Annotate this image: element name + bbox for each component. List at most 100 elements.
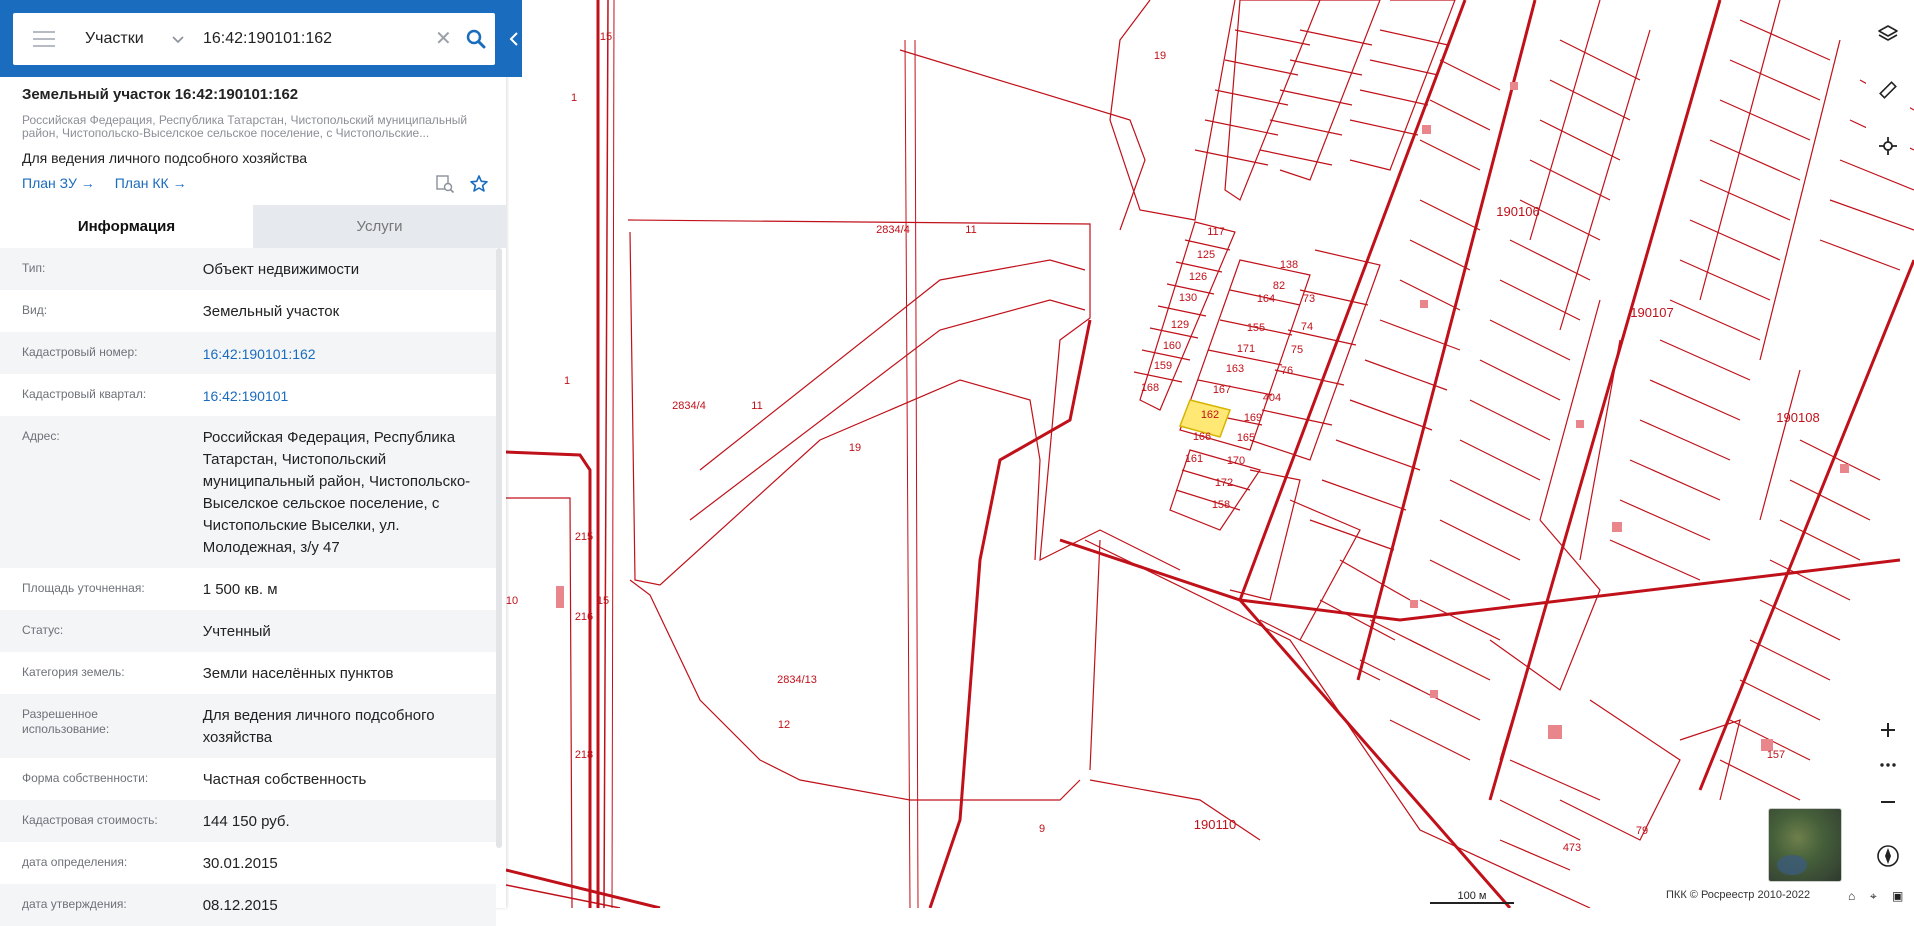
lot-label: 169 xyxy=(1244,412,1262,424)
lot-label: 163 xyxy=(1226,363,1244,375)
plan-kk-link[interactable]: План КК → xyxy=(115,175,187,191)
lot-label: 155 xyxy=(1247,322,1265,334)
lot-label: 164 xyxy=(1257,293,1275,305)
property-row: Кадастровая стоимость: 144 150 руб. xyxy=(0,800,496,842)
parcel-label: 473 xyxy=(1563,842,1581,854)
layers-button[interactable] xyxy=(1866,12,1910,56)
property-label: Кадастровый номер: xyxy=(22,345,138,359)
parcel-label: 10 xyxy=(506,595,518,607)
compass-button[interactable] xyxy=(1866,834,1910,878)
search-bar: Участки ✕ xyxy=(13,13,495,65)
property-label: Разрешенное использование: xyxy=(22,707,110,736)
quarter-label: 190106 xyxy=(1496,204,1539,219)
parcel-label: 2834/4 xyxy=(876,224,910,236)
lot-label: 138 xyxy=(1280,259,1298,271)
parcel-label: 157 xyxy=(1767,749,1785,761)
lot-label: 130 xyxy=(1179,292,1197,304)
parcel-label: 216 xyxy=(575,611,593,623)
clear-icon[interactable]: ✕ xyxy=(435,29,452,49)
lot-label: 73 xyxy=(1303,293,1315,305)
lot-label: 126 xyxy=(1189,271,1207,283)
property-value: 1 500 кв. м xyxy=(202,581,278,598)
lot-label: 76 xyxy=(1281,365,1293,377)
parcel-links: План ЗУ → План КК → xyxy=(22,175,187,191)
lot-label: 172 xyxy=(1215,477,1233,489)
property-row: дата определения: 30.01.2015 xyxy=(0,842,496,884)
panel-tabs: Информация Услуги xyxy=(0,205,506,248)
search-input[interactable] xyxy=(201,29,425,49)
property-row: дата утверждения: 08.12.2015 xyxy=(0,884,496,926)
property-label: Кадастровая стоимость: xyxy=(22,813,158,827)
lot-label: 171 xyxy=(1237,343,1255,355)
property-value: Частная собственность xyxy=(202,771,367,788)
lot-label: 75 xyxy=(1291,344,1303,356)
quarter-label: 190108 xyxy=(1776,410,1819,425)
lot-label: 167 xyxy=(1213,384,1231,396)
property-label: Тип: xyxy=(22,261,46,275)
cadastral-quarter-link[interactable]: 16:42:190101 xyxy=(181,374,496,416)
property-row: Форма собственности: Частная собственност… xyxy=(0,758,496,800)
property-label: Адрес: xyxy=(22,429,60,443)
search-type-select[interactable]: Участки xyxy=(85,30,153,48)
scale-bar: 100 м xyxy=(1430,890,1514,904)
parcel-label: 215 xyxy=(575,531,593,543)
layers-icon xyxy=(1878,25,1898,41)
property-label: Вид: xyxy=(22,303,48,317)
ruler-button[interactable] xyxy=(1866,68,1910,112)
parcel-address-short: Российская Федерация, Республика Татарст… xyxy=(22,113,468,140)
parcel-label: 218 xyxy=(575,749,593,761)
quarter-label: 190107 xyxy=(1630,305,1673,320)
lot-label: 82 xyxy=(1273,280,1285,292)
property-value: 144 150 руб. xyxy=(202,813,290,830)
search-header: Участки ✕ xyxy=(0,0,522,77)
property-row: Статус: Учтенный xyxy=(0,610,496,652)
collapse-panel-button[interactable] xyxy=(506,24,522,54)
lot-label: 117 xyxy=(1207,226,1225,238)
property-row: Адрес: Российская Федерация, Республика Т… xyxy=(0,416,496,568)
zoom-in-button[interactable] xyxy=(1866,708,1910,752)
lot-label: 404 xyxy=(1263,392,1281,404)
property-row: Разрешенное использование: Для ведения ли… xyxy=(0,694,496,758)
parcel-label: 9 xyxy=(1039,823,1045,835)
parcel-usage: Для ведения личного подсобного хозяйства xyxy=(22,150,308,166)
properties-list: Тип: Объект недвижимости Вид: Земельный уч… xyxy=(0,248,496,926)
basemap-thumbnail[interactable] xyxy=(1768,808,1842,882)
property-value: Земельный участок xyxy=(202,303,340,320)
more-button[interactable] xyxy=(1866,752,1910,778)
menu-icon[interactable] xyxy=(33,31,55,47)
zoom-out-button[interactable] xyxy=(1866,780,1910,824)
plan-zu-link[interactable]: План ЗУ → xyxy=(22,175,95,191)
property-value: Российская Федерация, Республика Татарст… xyxy=(202,429,471,556)
property-value: Учтенный xyxy=(202,623,271,640)
tab-services[interactable]: Услуги xyxy=(253,205,506,248)
minus-icon xyxy=(1881,801,1895,803)
property-value: 30.01.2015 xyxy=(202,855,278,872)
copyright: ПКК © Росреестр 2010-2022 xyxy=(1666,889,1811,901)
chevron-left-icon xyxy=(509,32,518,46)
lot-label: 161 xyxy=(1185,453,1203,465)
cadastral-number-link[interactable]: 16:42:190101:162 xyxy=(181,332,496,374)
locate-point-button[interactable] xyxy=(1866,124,1910,168)
map-search-icon[interactable] xyxy=(435,174,455,194)
property-value: Для ведения личного подсобного хозяйства xyxy=(202,707,435,746)
lot-label: 159 xyxy=(1154,360,1172,372)
search-icon[interactable] xyxy=(466,29,486,49)
info-panel: Участки ✕ Земельный участок 16:42:190101… xyxy=(0,0,522,926)
parcel-label: 15 xyxy=(597,595,609,607)
chevron-down-icon[interactable] xyxy=(171,32,185,46)
lot-label: 165 xyxy=(1237,432,1255,444)
property-row: Кадастровый номер: 16:42:190101:162 xyxy=(0,332,496,374)
property-label: дата утверждения: xyxy=(22,897,127,911)
property-label: Кадастровый квартал: xyxy=(22,387,147,401)
panel-scrollbar[interactable] xyxy=(496,248,502,848)
legend-icon[interactable]: ▣ xyxy=(1892,889,1903,903)
parcel-label: 1 xyxy=(564,375,570,387)
property-row: Категория земель: Земли населённых пункто… xyxy=(0,652,496,694)
target-icon[interactable]: ⌖ xyxy=(1870,889,1877,904)
parcel-label: 11 xyxy=(965,224,976,236)
property-row: Кадастровый квартал: 16:42:190101 xyxy=(0,374,496,416)
star-icon[interactable] xyxy=(469,174,489,194)
home-icon[interactable]: ⌂ xyxy=(1848,889,1855,903)
property-value: 08.12.2015 xyxy=(202,897,278,914)
tab-info[interactable]: Информация xyxy=(0,205,253,248)
